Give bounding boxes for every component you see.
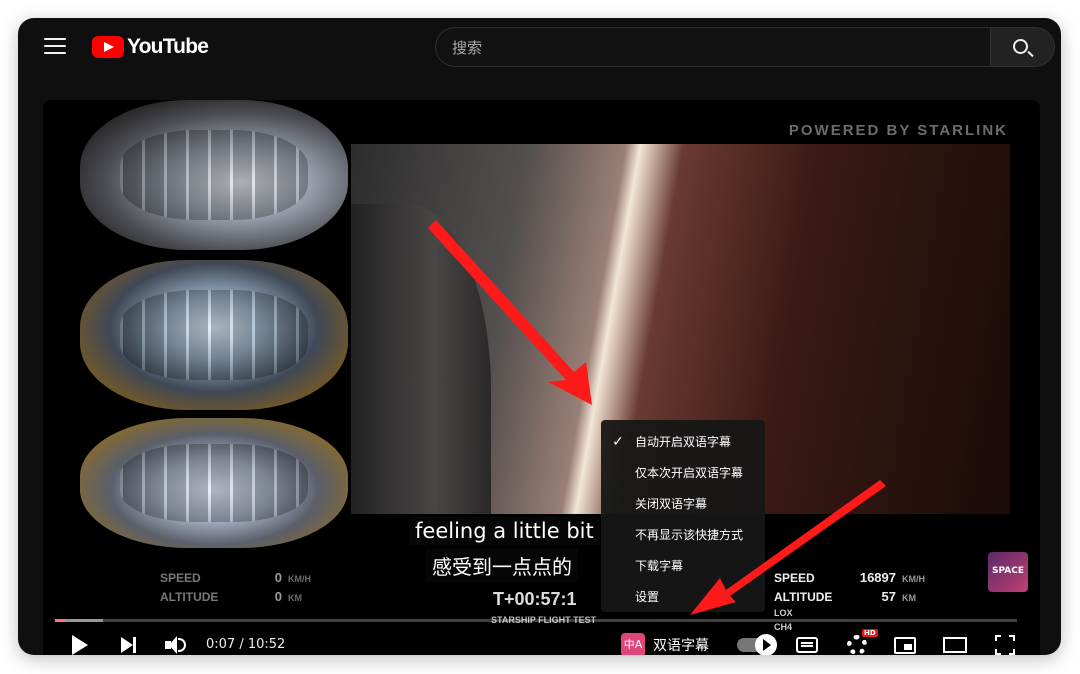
- progress-bar[interactable]: [55, 619, 1017, 622]
- fullscreen-icon: [995, 635, 1015, 655]
- menu-item-settings[interactable]: 设置: [601, 581, 765, 612]
- camera-feed-1: [80, 100, 348, 250]
- browser-window: YouTube 搜索 POWERED BY STARLINK SPEED 0 KM/…: [18, 18, 1061, 655]
- next-button[interactable]: [113, 627, 143, 655]
- starlink-watermark: POWERED BY STARLINK: [788, 122, 1008, 139]
- camera-feed-2: [80, 260, 348, 410]
- search-input[interactable]: 搜索: [435, 27, 991, 67]
- menu-item-disable[interactable]: 关闭双语字幕: [601, 488, 765, 519]
- bilingual-subtitle-menu: ✓ 自动开启双语字幕 仅本次开启双语字幕 关闭双语字幕 不再显示该快捷方式 下载字…: [601, 420, 765, 612]
- video-player[interactable]: POWERED BY STARLINK SPEED 0 KM/H ALTITUDE 0…: [43, 100, 1040, 655]
- search-icon: [1013, 39, 1028, 54]
- volume-button[interactable]: [161, 627, 191, 655]
- subtitle-english: feeling a little bit: [409, 517, 600, 545]
- camera-feed-3: [80, 418, 348, 548]
- play-button[interactable]: [65, 627, 95, 655]
- menu-item-download[interactable]: 下载字幕: [601, 550, 765, 581]
- gear-icon: [847, 635, 867, 655]
- telemetry-booster: SPEED 0 KM/H ALTITUDE 0 KM: [160, 570, 311, 604]
- hd-badge: HD: [862, 629, 878, 637]
- bilingual-icon: 中A: [621, 633, 645, 655]
- logo-text: YouTube: [127, 35, 209, 58]
- subtitles-icon: [796, 637, 818, 653]
- check-icon: ✓: [612, 433, 624, 450]
- subtitles-button[interactable]: [791, 627, 823, 655]
- mission-timer: T+00:57:1: [493, 589, 577, 609]
- miniplayer-icon: [894, 636, 916, 654]
- bilingual-label: 双语字幕: [653, 638, 709, 654]
- theater-mode-button[interactable]: [939, 627, 971, 655]
- youtube-play-logo-icon: [92, 36, 124, 58]
- menu-item-auto-enable[interactable]: ✓ 自动开启双语字幕: [601, 426, 765, 457]
- subtitle-chinese: 感受到一点点的: [426, 549, 578, 582]
- fullscreen-button[interactable]: [989, 627, 1021, 655]
- youtube-logo[interactable]: YouTube: [92, 35, 209, 59]
- miniplayer-button[interactable]: [889, 627, 921, 655]
- bilingual-subtitle-button[interactable]: 中A 双语字幕: [621, 632, 709, 655]
- top-header: YouTube 搜索: [18, 18, 1061, 78]
- autoplay-toggle[interactable]: [737, 634, 777, 655]
- player-controls: 0:07 / 10:52 中A 双语字幕 HD: [43, 627, 1040, 655]
- channel-badge: SPACE: [988, 552, 1028, 592]
- buffered-bar: [55, 619, 104, 622]
- time-display: 0:07 / 10:52: [206, 637, 286, 652]
- volume-icon: [165, 635, 187, 655]
- autoplay-play-icon: [755, 634, 777, 655]
- theater-mode-icon: [943, 637, 967, 653]
- next-icon: [120, 637, 136, 653]
- menu-item-hide-shortcut[interactable]: 不再显示该快捷方式: [601, 519, 765, 550]
- search-button[interactable]: [991, 27, 1055, 67]
- play-icon: [72, 635, 88, 655]
- hamburger-menu-icon[interactable]: [44, 38, 66, 56]
- search-bar: 搜索: [435, 27, 1055, 67]
- menu-item-enable-once[interactable]: 仅本次开启双语字幕: [601, 457, 765, 488]
